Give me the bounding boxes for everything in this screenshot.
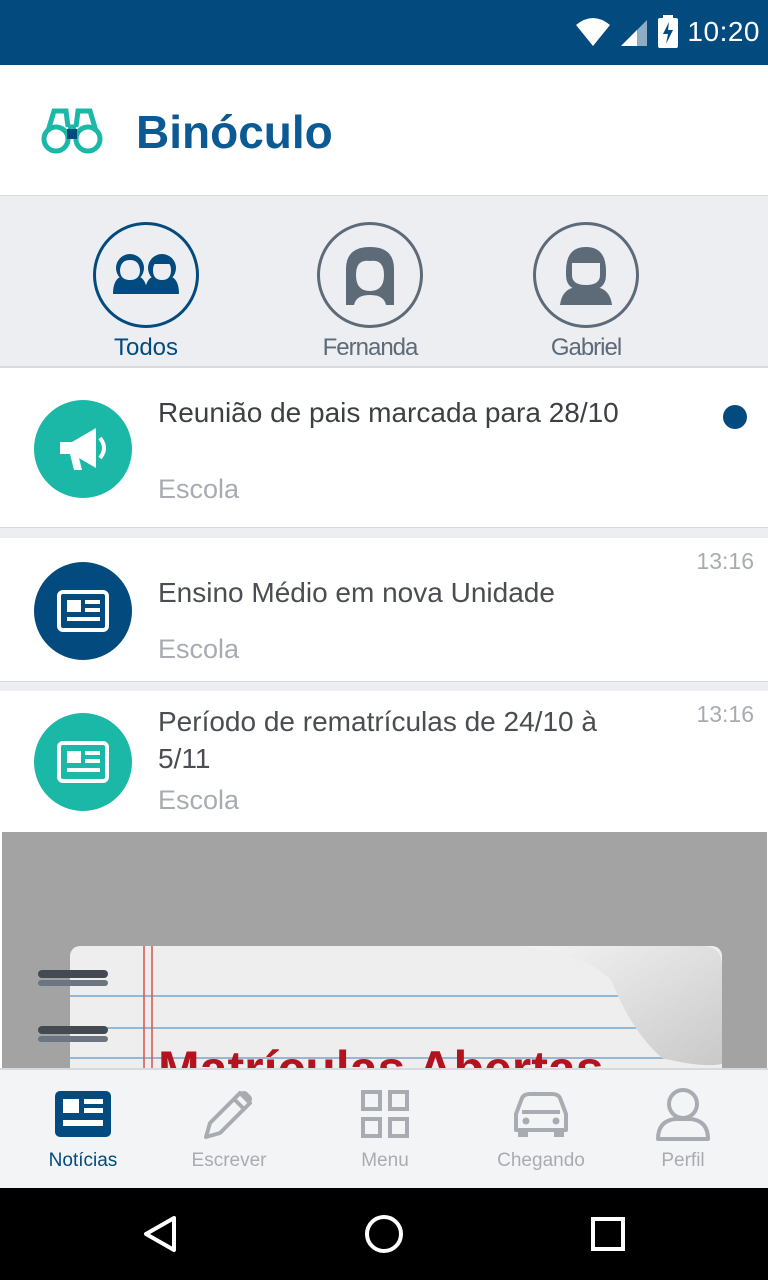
newspaper-icon [34,562,132,660]
feed-time: 13:16 [696,701,754,727]
feed-title: Ensino Médio em nova Unidade [158,577,555,608]
app-header: Binóculo [0,65,768,196]
feed-divider [0,682,768,691]
home-icon[interactable] [354,1204,414,1264]
status-bar: 10:20 [0,0,768,65]
filter-fernanda[interactable]: Fernanda [290,222,450,362]
filter-label: Todos [113,334,179,361]
unread-indicator [723,405,747,429]
nav-noticias[interactable]: Notícias [8,1084,158,1172]
group-icon [93,222,199,328]
feed-item[interactable]: Reunião de pais marcada para 28/10 Escol… [0,370,768,528]
recents-icon[interactable] [578,1204,638,1264]
banner-text: Matrículas Abertas [158,1041,604,1068]
nav-label: Chegando [497,1150,585,1171]
pencil-icon [197,1084,261,1144]
car-icon [509,1084,573,1144]
feed-source: Escola [158,785,240,815]
promo-banner[interactable]: Matrículas Abertas [2,832,767,1068]
children-filter-bar: Todos Fernanda Gabriel [0,196,768,368]
app-title: Binóculo [136,106,333,158]
system-navigation-bar [0,1188,768,1280]
filter-gabriel[interactable]: Gabriel [506,222,666,362]
feed-item[interactable]: Período de rematrículas de 24/10 à 5/11 … [0,691,768,832]
feed-source: Escola [158,474,240,504]
status-time: 10:20 [687,16,760,47]
binoculars-icon [41,108,103,154]
notebook-illustration: Matrículas Abertas [38,946,722,1068]
feed-source: Escola [158,634,240,664]
grid-icon [353,1084,417,1144]
back-icon[interactable] [130,1204,190,1264]
feed-title: Período de rematrículas de 24/10 à 5/11 [158,706,597,774]
nav-escrever[interactable]: Escrever [154,1084,304,1172]
girl-avatar-icon [317,222,423,328]
nav-perfil[interactable]: Perfil [608,1084,758,1172]
battery-charging-icon [658,15,679,48]
filter-label: Fernanda [322,334,419,361]
filter-label: Gabriel [550,334,622,361]
signal-icon [621,20,648,46]
nav-label: Perfil [661,1150,705,1171]
feed-divider [0,528,768,538]
boy-avatar-icon [533,222,639,328]
nav-label: Escrever [191,1150,267,1171]
feed-time: 13:16 [696,548,754,574]
bottom-navigation: Notícias Escrever Menu Chegando Perfil [0,1068,768,1188]
status-icons: 10:20 [575,12,760,52]
nav-label: Menu [361,1150,409,1171]
filter-todos[interactable]: Todos [66,222,226,362]
nav-chegando[interactable]: Chegando [466,1084,616,1172]
feed-title: Reunião de pais marcada para 28/10 [158,397,619,428]
nav-menu[interactable]: Menu [310,1084,460,1172]
news-icon [51,1084,115,1144]
newspaper-icon [34,713,132,811]
nav-label: Notícias [48,1150,118,1171]
megaphone-icon [34,400,132,498]
user-icon [651,1084,715,1144]
wifi-icon [576,18,611,46]
feed-item[interactable]: Ensino Médio em nova Unidade Escola 13:1… [0,538,768,682]
